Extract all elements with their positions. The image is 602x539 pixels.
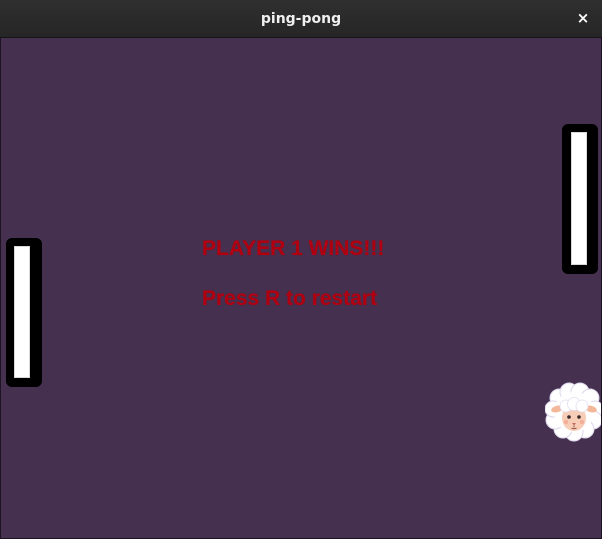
sheep-icon [544,382,601,442]
winner-message: PLAYER 1 WINS!!! [202,237,385,260]
title-bar: ping-pong × [0,0,602,38]
window-title: ping-pong [260,11,342,27]
restart-hint: Press R to restart [202,287,378,310]
left-paddle-face [14,246,30,378]
close-button[interactable]: × [574,9,592,27]
app-window: ping-pong × PLAYER 1 WINS!!! Press R to … [0,0,602,539]
game-canvas[interactable]: PLAYER 1 WINS!!! Press R to restart [0,38,602,539]
right-paddle [562,124,598,274]
right-paddle-face [571,132,587,265]
left-paddle [6,238,42,387]
close-icon: × [576,9,590,27]
